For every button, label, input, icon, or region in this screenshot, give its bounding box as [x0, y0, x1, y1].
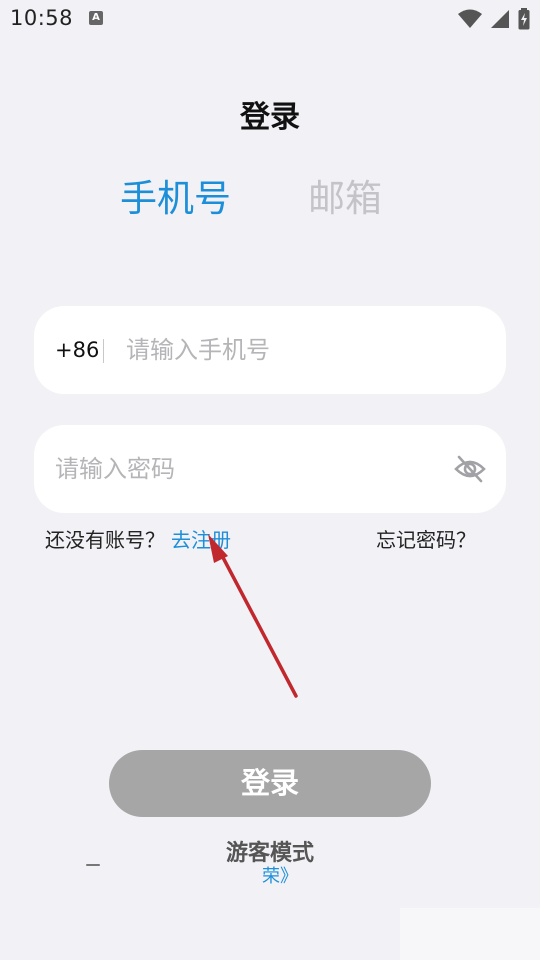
phone-field: +86 — [34, 306, 506, 394]
tab-phone[interactable]: 手机号 — [120, 176, 231, 222]
phone-input[interactable] — [126, 306, 486, 394]
password-field — [34, 425, 506, 513]
page-title: 登录 — [240, 100, 300, 135]
eye-off-icon[interactable] — [454, 454, 486, 484]
battery-charging-icon — [518, 8, 530, 30]
no-account-text: 还没有账号？ — [45, 528, 165, 552]
corner-overlay — [400, 908, 540, 960]
tab-email[interactable]: 邮箱 — [308, 176, 382, 222]
agreement-link-fragment[interactable]: 荣》 — [262, 862, 298, 888]
status-bar: 10:58 A — [0, 0, 540, 38]
agreement-checkbox-fragment[interactable] — [86, 864, 100, 866]
password-input[interactable] — [55, 425, 445, 513]
status-icons — [458, 8, 530, 30]
wifi-icon — [458, 9, 482, 28]
status-time: 10:58 — [10, 6, 74, 30]
country-code-divider — [103, 339, 104, 363]
forgot-password-link[interactable]: 忘记密码？ — [376, 526, 476, 554]
login-button[interactable]: 登录 — [109, 750, 431, 817]
notification-icon: A — [89, 11, 103, 25]
country-code-selector[interactable]: +86 — [55, 306, 99, 394]
register-link[interactable]: 去注册 — [171, 526, 231, 554]
cellular-signal-icon — [491, 10, 509, 28]
